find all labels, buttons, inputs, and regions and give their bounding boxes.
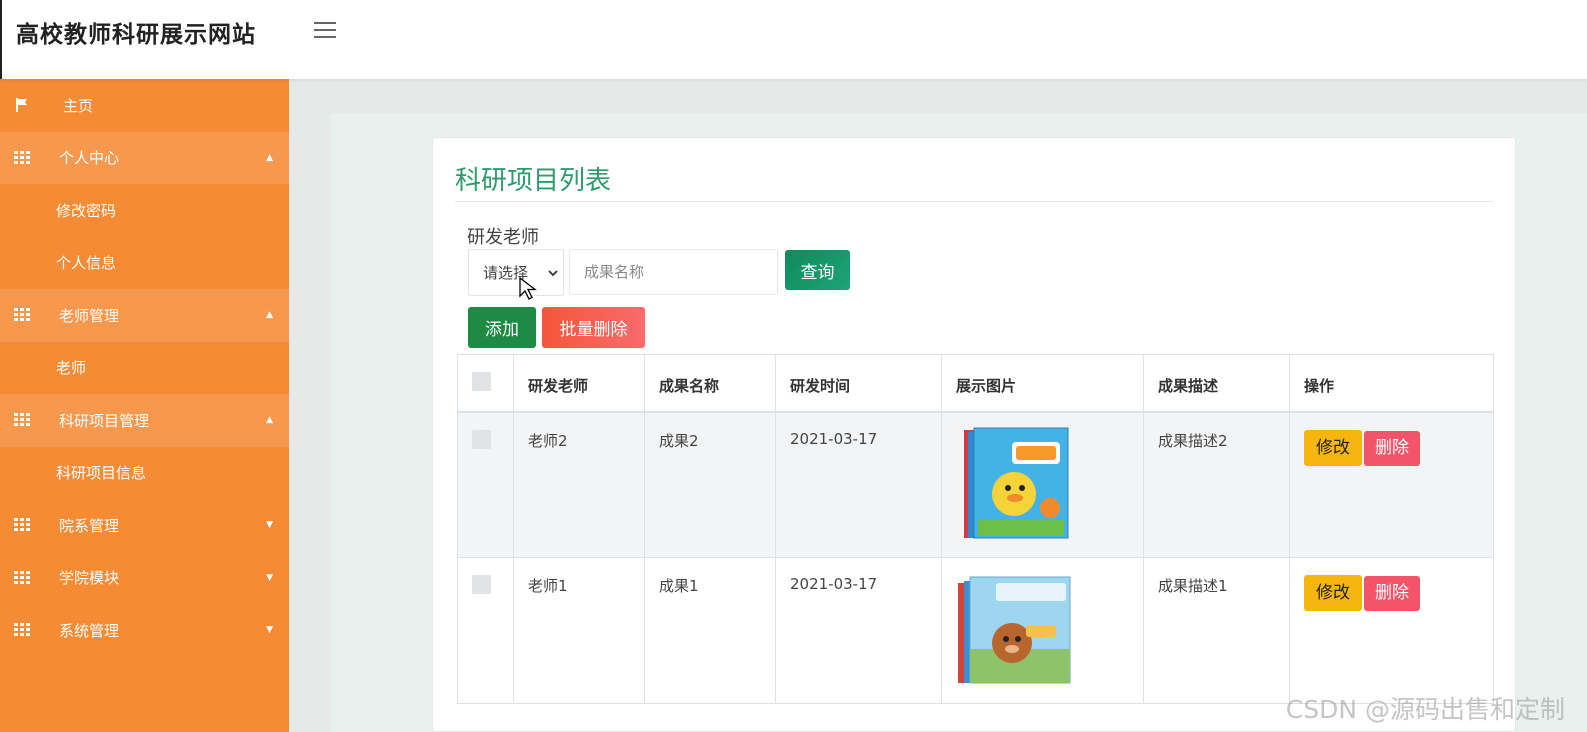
caret-up-icon: ▲ [266,415,273,426]
sidebar-item-label: 科研项目管理 [59,411,150,430]
table-header-row: 研发老师 成果名称 研发时间 展示图片 成果描述 操作 [457,354,1494,413]
row-checkbox[interactable] [472,575,491,594]
row-select-cell [457,411,514,558]
column-header: 研发老师 [513,354,645,413]
caret-down-icon: ▼ [266,625,273,636]
column-header: 展示图片 [941,354,1144,413]
watermark: CSDN @源码出售和定制 [1285,695,1565,724]
select-all-checkbox[interactable] [472,372,491,391]
caret-down-icon: ▼ [266,520,273,531]
research-table: 研发老师 成果名称 研发时间 展示图片 成果描述 操作 老师2 成果2 2021… [457,354,1494,704]
query-button[interactable]: 查询 [785,250,850,290]
sidebar-item-personal-info[interactable]: 个人信息 [0,237,289,290]
hamburger-menu-icon[interactable] [314,22,336,38]
sidebar-item-label: 系统管理 [59,621,120,640]
book-cover-image [956,423,1072,542]
teacher-select[interactable]: 请选择 [468,249,564,296]
teacher-filter-label: 研发老师 [467,227,539,248]
delete-button[interactable]: 删除 [1364,576,1420,611]
grid-icon [14,623,30,637]
image-cell [941,557,1144,704]
sidebar-item-change-password[interactable]: 修改密码 [0,184,289,237]
column-header: 成果描述 [1143,354,1290,413]
book-cover-image [956,569,1072,687]
sidebar-item-department-management[interactable]: 院系管理 ▼ [0,499,289,552]
grid-icon [14,308,30,322]
sidebar-item-label: 老师 [56,359,87,378]
add-button[interactable]: 添加 [468,307,536,348]
sidebar-item-label: 学院模块 [59,569,120,588]
page-title: 科研项目列表 [455,166,612,196]
date-cell: 2021-03-17 [775,411,942,558]
top-bar: 高校教师科研展示网站 [0,0,1587,79]
table-row: 老师1 成果1 2021-03-17 成果描述1 修改 删除 [457,557,1494,704]
teacher-cell: 老师1 [513,557,645,704]
sidebar-item-label: 个人信息 [56,254,117,273]
table-row: 老师2 成果2 2021-03-17 成果描述2 修改 删除 [457,411,1494,558]
batch-delete-button[interactable]: 批量删除 [542,307,645,348]
sidebar-item-label: 院系管理 [59,516,120,535]
teacher-cell: 老师2 [513,411,645,558]
grid-icon [14,413,30,427]
name-cell: 成果1 [644,557,776,704]
sidebar: 主页 个人中心 ▲ 修改密码 个人信息 老师管理 ▲ 老师 科研项目管理 ▲ 科… [0,79,289,732]
sidebar-item-teacher[interactable]: 老师 [0,342,289,395]
sidebar-item-label: 老师管理 [59,306,120,325]
sidebar-item-research-info[interactable]: 科研项目信息 [0,447,289,500]
column-header: 操作 [1289,354,1494,413]
sidebar-item-label: 主页 [63,96,94,115]
grid-icon [14,518,30,532]
column-header: 研发时间 [775,354,942,413]
edit-button[interactable]: 修改 [1304,575,1362,611]
sidebar-item-research-management[interactable]: 科研项目管理 ▲ [0,394,289,447]
sidebar-item-system-management[interactable]: 系统管理 ▼ [0,604,289,657]
row-checkbox[interactable] [472,429,491,449]
list-card: 科研项目列表 研发老师 请选择 查询 添加 批量删除 研发老师 成果名称 研发时… [432,137,1516,732]
title-divider [455,201,1493,202]
sidebar-item-college-module[interactable]: 学院模块 ▼ [0,551,289,604]
chevron-down-icon [548,269,558,276]
flag-icon [16,98,27,113]
actions-cell: 修改 删除 [1289,411,1494,558]
site-title: 高校教师科研展示网站 [16,22,256,48]
sidebar-item-label: 个人中心 [59,149,120,168]
caret-down-icon: ▼ [266,572,273,583]
grid-icon [14,150,30,165]
edit-button[interactable]: 修改 [1304,429,1362,466]
mouse-cursor-icon [519,277,537,300]
row-select-cell [457,557,514,704]
sidebar-item-label: 科研项目信息 [56,464,147,483]
sidebar-item-teacher-management[interactable]: 老师管理 ▲ [0,289,289,342]
sidebar-item-personal-center[interactable]: 个人中心 ▲ [0,131,289,184]
name-cell: 成果2 [644,411,776,558]
date-cell: 2021-03-17 [775,557,942,704]
grid-icon [14,570,30,585]
image-cell [941,411,1144,558]
header-select-all [457,354,514,413]
sidebar-item-home[interactable]: 主页 [0,79,289,132]
caret-up-icon: ▲ [266,152,273,163]
description-cell: 成果描述2 [1143,411,1290,558]
achievement-name-input[interactable] [569,249,778,295]
actions-cell: 修改 删除 [1289,557,1494,704]
sidebar-item-label: 修改密码 [56,201,117,220]
delete-button[interactable]: 删除 [1364,430,1420,466]
description-cell: 成果描述1 [1143,557,1290,704]
caret-up-icon: ▲ [266,310,273,321]
column-header: 成果名称 [644,354,776,413]
